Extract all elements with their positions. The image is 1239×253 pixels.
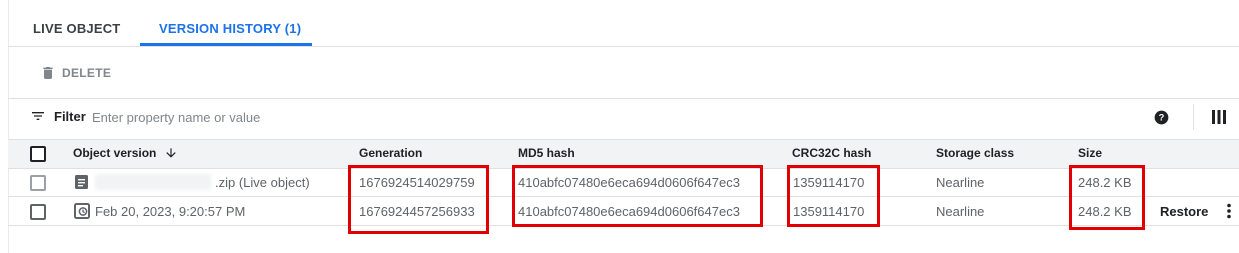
tab-live-object[interactable]: LIVE OBJECT	[33, 0, 120, 46]
more-vert-icon[interactable]	[1222, 203, 1236, 219]
col-object-version-label: Object version	[73, 146, 157, 160]
col-storage-class[interactable]: Storage class	[936, 146, 1014, 160]
svg-text:?: ?	[1159, 113, 1165, 123]
filter-label: Filter	[54, 108, 86, 124]
arrow-down-icon	[166, 148, 176, 158]
col-generation[interactable]: Generation	[359, 146, 422, 160]
delete-button-label: DELETE	[62, 66, 112, 80]
filter-toggle[interactable]: Filter	[30, 108, 86, 124]
object-version-live[interactable]: .zip (Live object)	[215, 175, 310, 190]
row-checkbox[interactable]	[30, 175, 46, 191]
file-icon	[75, 175, 88, 189]
filter-bar-divider	[8, 98, 1239, 99]
highlight-generation	[348, 165, 489, 234]
redacted-filename	[95, 174, 211, 190]
row-checkbox[interactable]	[30, 204, 46, 220]
highlight-size	[1069, 165, 1145, 230]
col-size[interactable]: Size	[1078, 146, 1102, 160]
col-crc32c-hash[interactable]: CRC32C hash	[792, 146, 871, 160]
column-display-icon[interactable]	[1212, 110, 1226, 124]
storage-class-cell: Nearline	[936, 175, 985, 190]
select-all-checkbox[interactable]	[30, 146, 46, 162]
col-object-version[interactable]: Object version	[73, 146, 178, 160]
history-icon	[74, 203, 90, 219]
filter-input[interactable]	[92, 108, 592, 126]
toolbar-separator	[1193, 104, 1194, 130]
object-version-timestamp[interactable]: Feb 20, 2023, 9:20:57 PM	[95, 204, 245, 219]
help-icon[interactable]: ?	[1154, 110, 1169, 125]
storage-class-cell: Nearline	[936, 204, 985, 219]
highlight-crc32c	[787, 165, 880, 227]
tabs-divider	[8, 46, 1239, 47]
delete-button[interactable]: DELETE	[40, 62, 111, 84]
col-md5-hash[interactable]: MD5 hash	[518, 146, 575, 160]
highlight-md5	[512, 165, 763, 227]
panel-left-border	[8, 0, 9, 253]
restore-button[interactable]: Restore	[1160, 204, 1208, 219]
filter-icon	[32, 112, 44, 120]
trash-icon	[43, 67, 53, 79]
tab-version-history[interactable]: VERSION HISTORY (1)	[159, 0, 301, 46]
